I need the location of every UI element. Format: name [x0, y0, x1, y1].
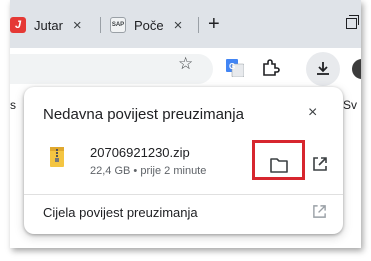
bookmark-item[interactable]: Sv [343, 98, 357, 112]
close-icon[interactable]: × [174, 17, 183, 34]
close-icon[interactable]: × [73, 17, 82, 34]
download-bubble: Nedavna povijest preuzimanja × 207069212… [24, 87, 343, 234]
highlight-box [252, 140, 305, 180]
divider [24, 194, 343, 195]
google-translate-icon[interactable]: G [226, 59, 244, 77]
tab-separator [198, 17, 199, 33]
extensions-puzzle-icon[interactable] [260, 58, 280, 78]
downloads-button[interactable] [306, 52, 340, 86]
sap-favicon-icon: SAP [110, 17, 126, 33]
tab-label: Jutar [34, 17, 63, 33]
tab-label: Poče [134, 17, 164, 33]
tab-separator [100, 17, 101, 33]
open-external-icon[interactable] [312, 204, 327, 219]
download-file-meta: 22,4 GB • prije 2 minute [90, 165, 207, 177]
bookmark-item[interactable]: s [10, 98, 16, 112]
open-external-icon[interactable] [312, 156, 328, 172]
tab-jutarnji[interactable]: J Jutar × [10, 10, 82, 40]
new-tab-button[interactable]: + [208, 14, 220, 34]
profile-avatar[interactable] [352, 59, 361, 79]
download-icon [317, 62, 329, 75]
toolbar: ☆ G [10, 48, 361, 90]
jutarnji-favicon-icon: J [10, 17, 26, 33]
restore-window-icon[interactable] [346, 15, 359, 29]
tab-strip: J Jutar × SAP Poče × + [10, 0, 361, 48]
zip-file-icon [50, 147, 64, 167]
close-icon[interactable]: × [308, 104, 317, 122]
download-file-name[interactable]: 20706921230.zip [90, 145, 190, 160]
browser-window: J Jutar × SAP Poče × + ☆ G s Sv Nedavna … [10, 0, 361, 248]
svg-text:G: G [229, 62, 235, 71]
full-download-history-link[interactable]: Cijela povijest preuzimanja [43, 205, 198, 220]
bubble-title: Nedavna povijest preuzimanja [43, 106, 244, 123]
bookmark-star-icon[interactable]: ☆ [178, 54, 193, 74]
tab-pocetna[interactable]: SAP Poče × [110, 10, 182, 40]
